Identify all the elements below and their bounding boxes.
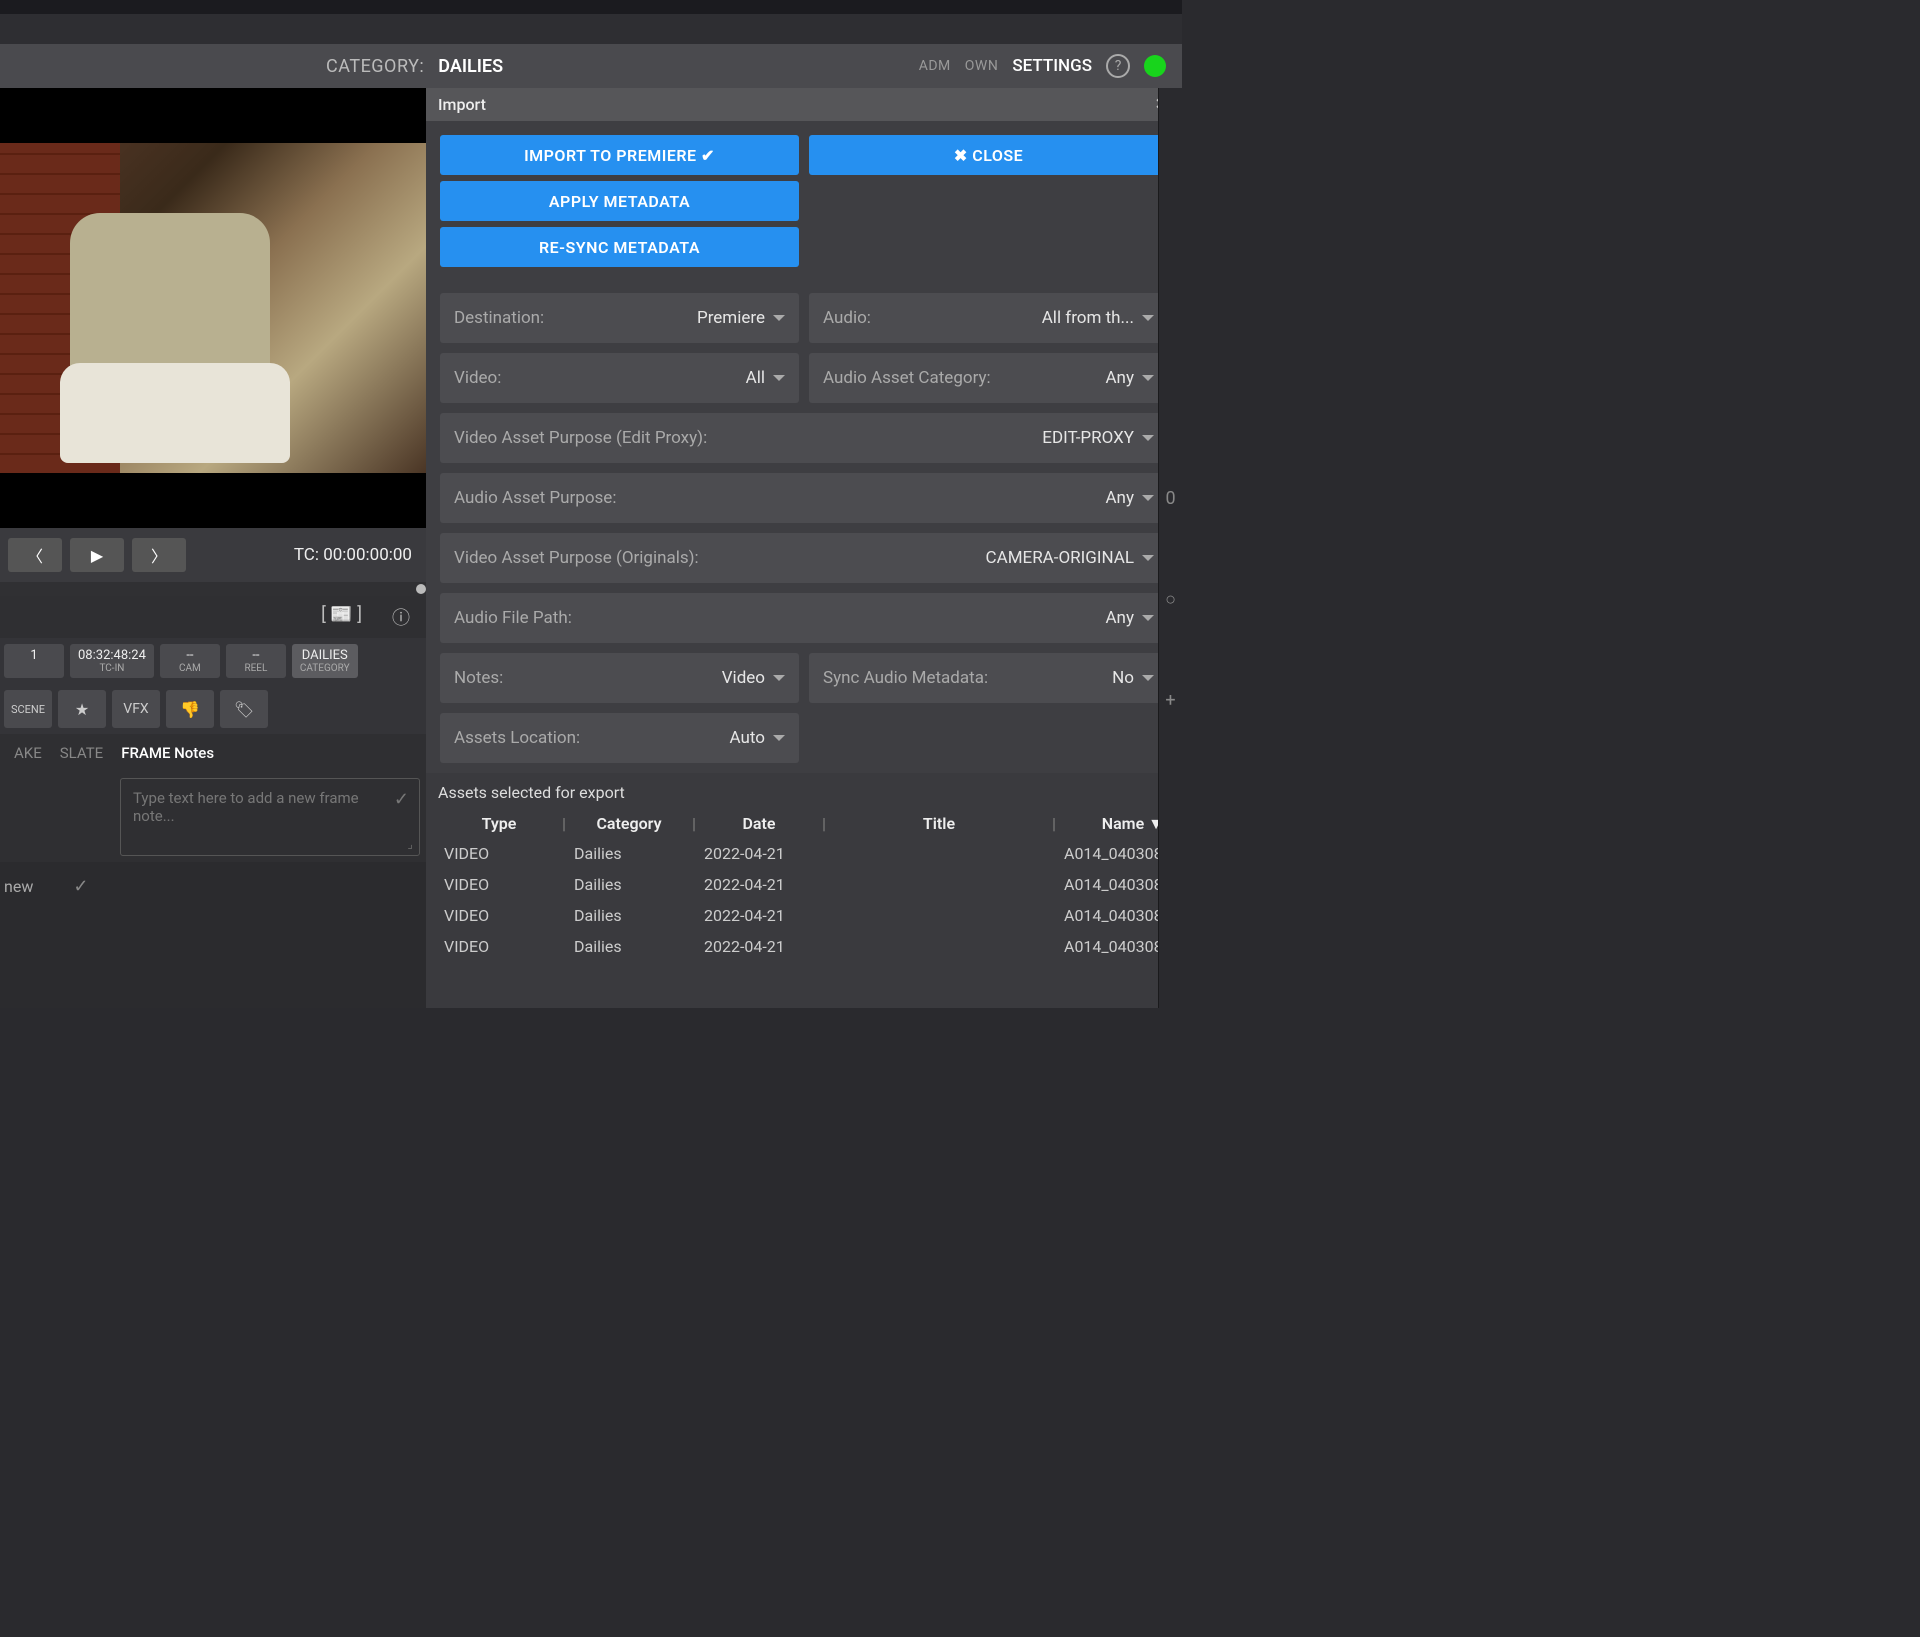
cam-box[interactable]: -- CAM (160, 644, 220, 678)
new-label[interactable]: new (4, 877, 33, 896)
import-to-premiere-button[interactable]: IMPORT TO PREMIERE ✔ (440, 135, 799, 175)
chevron-down-icon (773, 315, 785, 321)
index-box[interactable]: 1 (4, 644, 64, 678)
header-bar: CATEGORY: DAILIES ADM OWN SETTINGS ? (0, 44, 1182, 88)
info-icon[interactable]: ⓘ (392, 604, 410, 630)
tag-icons-row: SCENE ★ VFX 👎 🏷 (0, 684, 426, 734)
category-value[interactable]: DAILIES (438, 56, 503, 77)
star-button[interactable]: ★ (58, 690, 106, 728)
assets-header-row: Type | Category | Date | Title | Name ▼ (438, 810, 1170, 838)
next-button[interactable]: 〉 (132, 538, 186, 572)
sync-audio-metadata-field[interactable]: Sync Audio Metadata: No (809, 653, 1168, 703)
chevron-down-icon (773, 735, 785, 741)
notes-tabs: AKE SLATE FRAME Notes (0, 734, 426, 772)
grey-strip (0, 14, 1182, 44)
viewer-icons: [ 📰 ] ⓘ (0, 596, 426, 638)
adm-label: ADM (919, 58, 951, 74)
table-row[interactable]: VIDEODailies2022-04-21A014_04030825_C00 (438, 900, 1170, 931)
category-box[interactable]: DAILIES CATEGORY (292, 644, 358, 678)
scene-button[interactable]: SCENE (4, 690, 52, 728)
play-button[interactable]: ▶ (70, 538, 124, 572)
table-row[interactable]: VIDEODailies2022-04-21A014_04030831_C00 (438, 869, 1170, 900)
search-slot-icon[interactable]: ○ (1165, 589, 1176, 610)
assets-location-field[interactable]: Assets Location: Auto (440, 713, 799, 763)
col-date[interactable]: Date (704, 814, 814, 834)
assets-section: Assets selected for export Type | Catego… (426, 773, 1182, 1008)
zero-label: 0 (1165, 488, 1175, 509)
audio-field[interactable]: Audio: All from th... (809, 293, 1168, 343)
video-asset-purpose-edit-field[interactable]: Video Asset Purpose (Edit Proxy): EDIT-P… (440, 413, 1168, 463)
settings-link[interactable]: SETTINGS (1012, 56, 1092, 76)
import-fields: Destination: Premiere Audio: All from th… (426, 281, 1182, 773)
video-frame (0, 143, 426, 473)
note-area: Type text here to add a new frame note..… (0, 772, 426, 862)
video-asset-purpose-orig-field[interactable]: Video Asset Purpose (Originals): CAMERA-… (440, 533, 1168, 583)
top-strip (0, 0, 1182, 14)
prev-button[interactable]: 〈 (8, 538, 62, 572)
chevron-down-icon (773, 375, 785, 381)
close-button[interactable]: ✖ CLOSE (809, 135, 1168, 175)
chevron-down-icon (1142, 555, 1154, 561)
audio-asset-category-field[interactable]: Audio Asset Category: Any (809, 353, 1168, 403)
apply-metadata-button[interactable]: APPLY METADATA (440, 181, 799, 221)
notes-field[interactable]: Notes: Video (440, 653, 799, 703)
import-panel: Import ✖ IMPORT TO PREMIERE ✔ ✖ CLOSE AP… (426, 88, 1182, 1008)
timecode-display: TC: 00:00:00:00 (294, 545, 412, 565)
own-label: OWN (965, 58, 999, 74)
tab-frame-notes[interactable]: FRAME Notes (121, 744, 214, 762)
left-panel: 〈 ▶ 〉 TC: 00:00:00:00 [ 📰 ] ⓘ 1 08:32:48… (0, 88, 426, 1008)
resync-metadata-button[interactable]: RE-SYNC METADATA (440, 227, 799, 267)
assets-title: Assets selected for export (438, 783, 1170, 802)
col-name[interactable]: Name ▼ (1064, 814, 1164, 834)
status-indicator (1144, 55, 1166, 77)
frame-brackets-icon[interactable]: [ 📰 ] (321, 604, 362, 630)
col-category[interactable]: Category (574, 814, 684, 834)
chevron-down-icon (1142, 375, 1154, 381)
audio-asset-purpose-field[interactable]: Audio Asset Purpose: Any (440, 473, 1168, 523)
video-field[interactable]: Video: All (440, 353, 799, 403)
chevron-down-icon (1142, 675, 1154, 681)
chevron-down-icon (1142, 495, 1154, 501)
tab-slate[interactable]: SLATE (60, 744, 103, 762)
category-label: CATEGORY: (326, 56, 424, 77)
chevron-down-icon (1142, 315, 1154, 321)
col-type[interactable]: Type (444, 814, 554, 834)
resize-handle-icon[interactable]: ⌟ (407, 837, 413, 851)
tag-button[interactable]: 🏷 (220, 690, 268, 728)
check-icon[interactable]: ✓ (73, 876, 88, 897)
frame-note-input[interactable]: Type text here to add a new frame note..… (120, 778, 420, 856)
import-header: Import ✖ (426, 88, 1182, 121)
scrub-handle[interactable] (416, 584, 426, 594)
help-icon[interactable]: ? (1106, 54, 1130, 78)
note-placeholder: Type text here to add a new frame note..… (133, 789, 359, 825)
vfx-button[interactable]: VFX (112, 690, 160, 728)
tab-take[interactable]: AKE (14, 744, 42, 762)
col-title[interactable]: Title (834, 814, 1044, 834)
metadata-boxes: 1 08:32:48:24 TC-IN -- CAM -- REEL DAILI… (0, 638, 426, 684)
right-side-strip: 0 ○ + (1158, 88, 1182, 1008)
chevron-down-icon (773, 675, 785, 681)
import-actions: IMPORT TO PREMIERE ✔ ✖ CLOSE APPLY METAD… (426, 121, 1182, 281)
note-confirm-icon[interactable]: ✓ (394, 789, 409, 810)
plus-icon[interactable]: + (1165, 690, 1175, 711)
playback-controls: 〈 ▶ 〉 TC: 00:00:00:00 (0, 528, 426, 582)
chevron-down-icon (1142, 435, 1154, 441)
table-row[interactable]: VIDEODailies2022-04-21A014_04030832_C00 (438, 838, 1170, 869)
table-row[interactable]: VIDEODailies2022-04-21A014_04030824_C00 (438, 931, 1170, 962)
import-title: Import (438, 95, 486, 114)
scrubber[interactable] (0, 582, 426, 596)
video-viewer[interactable] (0, 88, 426, 528)
audio-file-path-field[interactable]: Audio File Path: Any (440, 593, 1168, 643)
destination-field[interactable]: Destination: Premiere (440, 293, 799, 343)
tcin-box[interactable]: 08:32:48:24 TC-IN (70, 644, 154, 678)
thumbs-down-button[interactable]: 👎 (166, 690, 214, 728)
below-note-row: new ✓ (0, 862, 426, 911)
chevron-down-icon (1142, 615, 1154, 621)
reel-box[interactable]: -- REEL (226, 644, 286, 678)
assets-table: Type | Category | Date | Title | Name ▼ … (438, 810, 1170, 962)
